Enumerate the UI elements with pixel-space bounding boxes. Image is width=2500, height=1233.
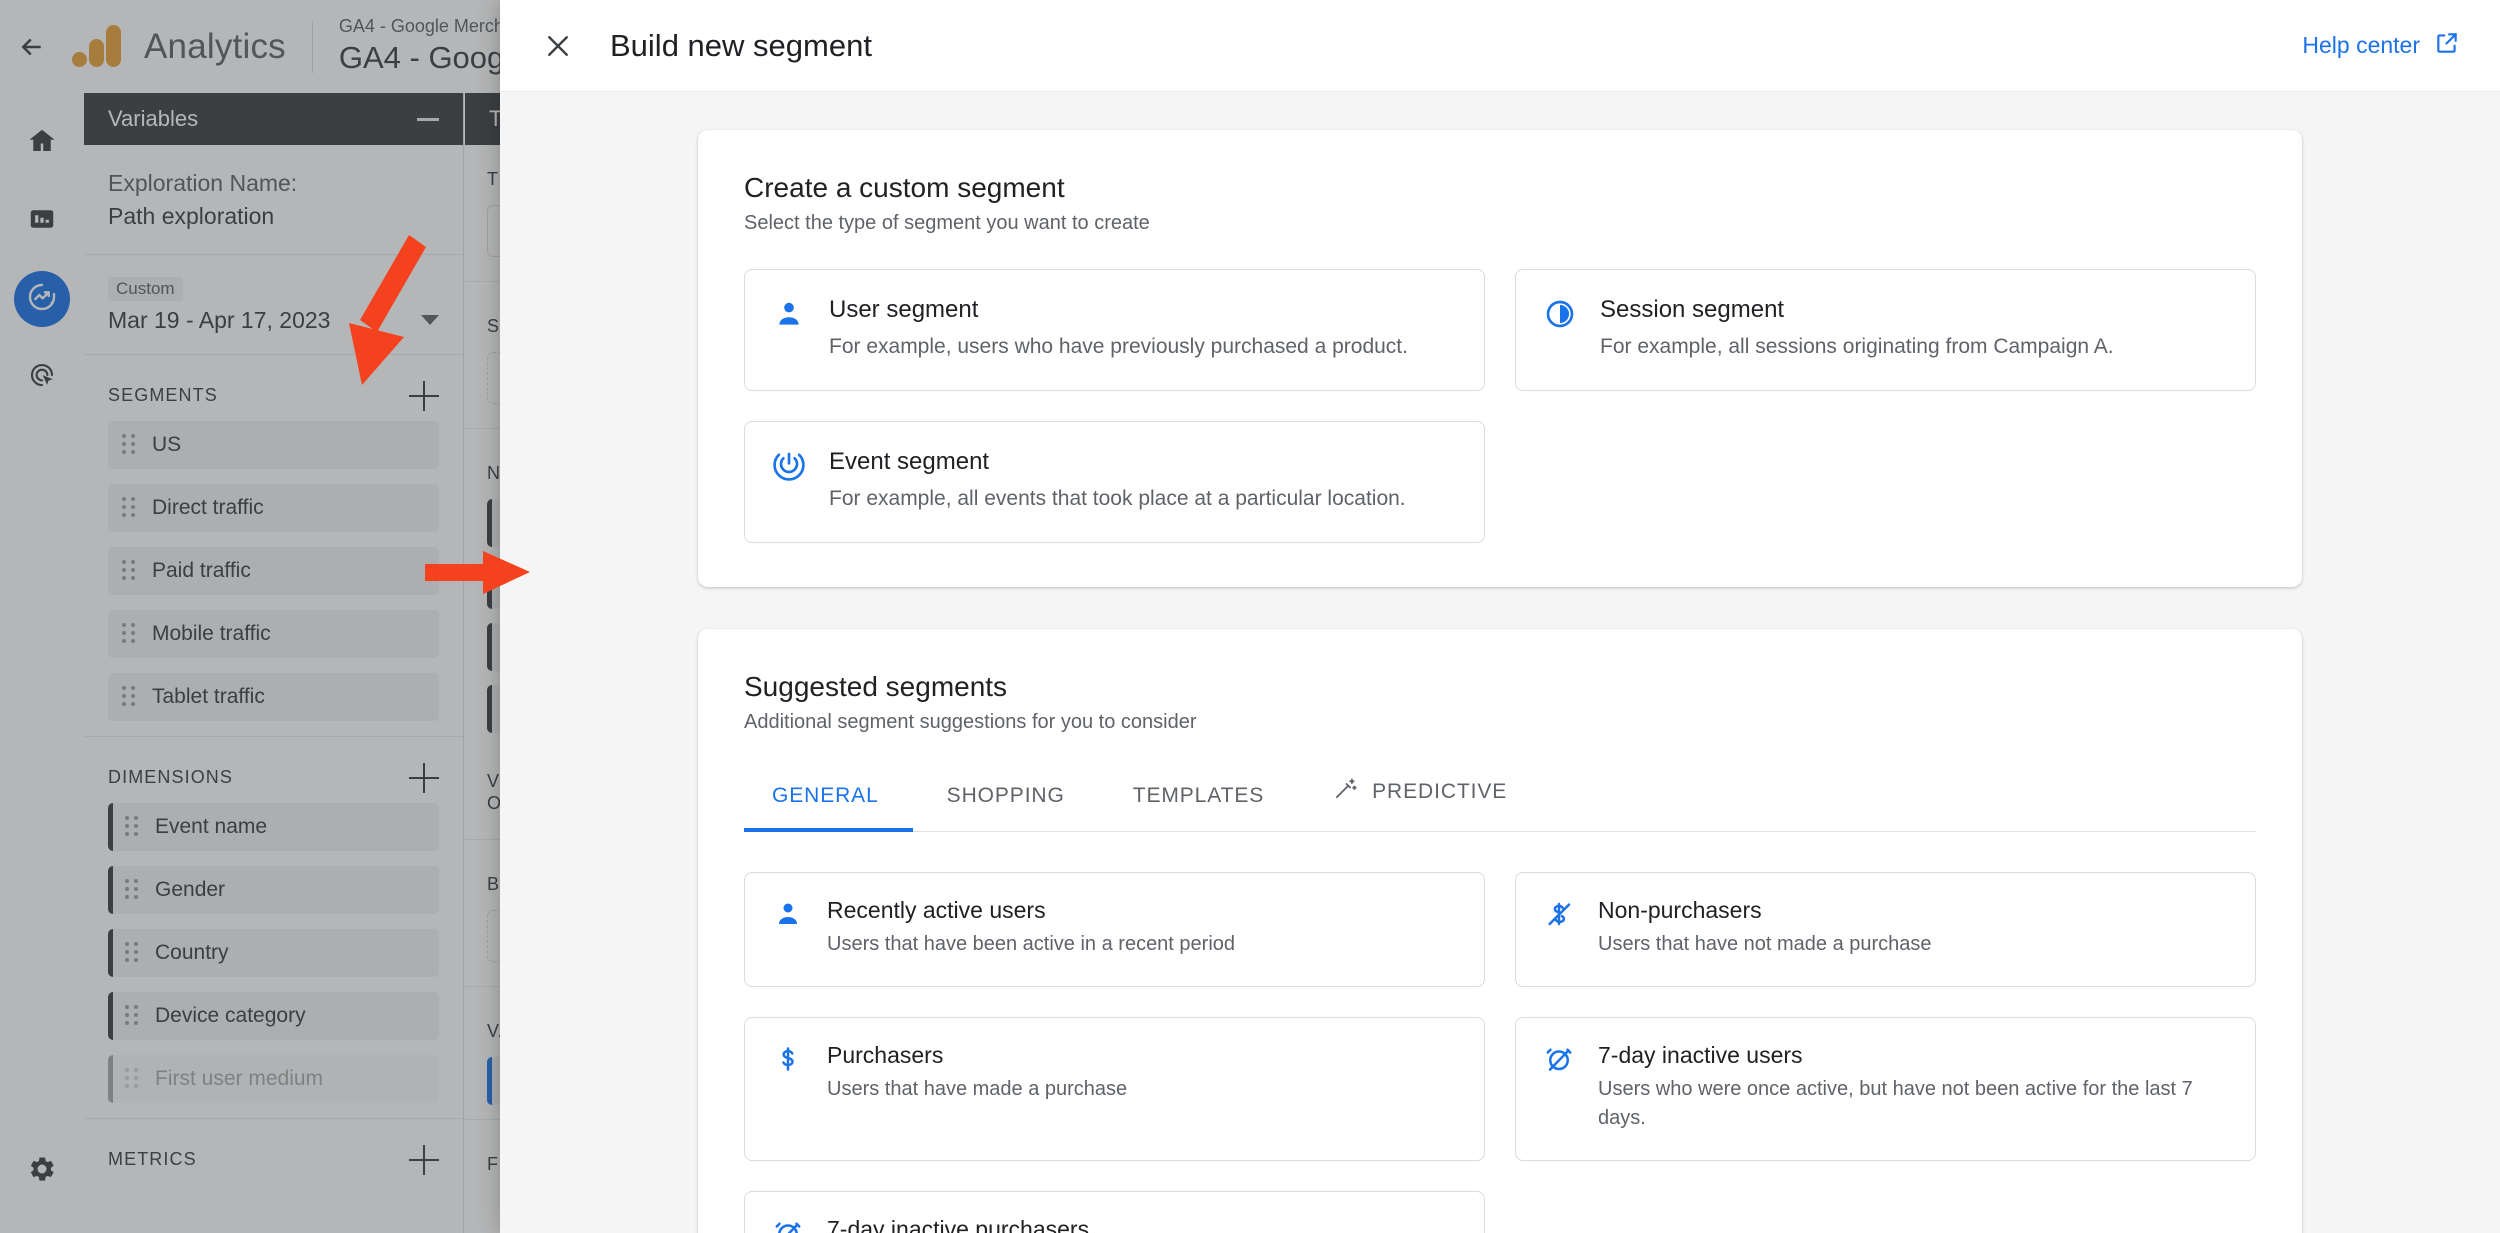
suggested-segments-grid: Recently active users Users that have be… [744,872,2256,1233]
tab-label: PREDICTIVE [1372,780,1508,804]
suggested-segments-card: Suggested segments Additional segment su… [698,629,2302,1233]
suggested-segment-name: Purchasers [827,1041,944,1068]
dialog-header: Build new segment Help center [500,0,2500,92]
event-segment-option[interactable]: Event segment For example, all events th… [744,421,1485,544]
tab-label: SHOPPING [946,784,1065,808]
option-name: Event segment [829,448,990,476]
event-target-icon [773,448,807,514]
suggested-segment-description: Users who were once active, but have not… [1598,1077,2193,1130]
suggested-segment-non-purchasers[interactable]: Non-purchasers Users that have not made … [1515,872,2256,987]
suggested-segments-subtitle: Additional segment suggestions for you t… [744,711,1197,734]
suggested-segments-title: Suggested segments [744,671,1008,703]
tab-templates[interactable]: TEMPLATES [1099,776,1298,832]
dialog-title: Build new segment [610,27,872,63]
no-alarm-icon [773,1216,805,1233]
no-dollar-icon [1544,897,1576,960]
tab-label: GENERAL [772,784,879,808]
suggested-segment-description: Users that have made a purchase [827,1077,1128,1100]
magic-wand-icon [1332,776,1358,808]
no-alarm-icon [1544,1042,1576,1134]
help-center-label: Help center [2302,32,2420,58]
option-name: Session segment [1600,296,1785,323]
suggested-segments-tabs: GENERAL SHOPPING TEMPLATES PREDICTIVE [744,768,2256,833]
tab-label: TEMPLATES [1132,784,1265,808]
suggested-segment-name: Non-purchasers [1598,897,1762,924]
create-custom-segment-card: Create a custom segment Select the type … [698,130,2302,588]
dialog-body[interactable]: Create a custom segment Select the type … [500,92,2500,1233]
tab-predictive[interactable]: PREDICTIVE [1298,768,1541,832]
person-icon [773,897,805,960]
suggested-segment-description: Users that have not made a purchase [1598,933,1932,956]
user-segment-option[interactable]: User segment For example, users who have… [744,269,1485,392]
dollar-icon [773,1042,805,1134]
close-icon[interactable] [536,24,580,68]
segment-type-options: User segment For example, users who have… [744,269,2256,544]
suggested-segment-purchasers[interactable]: Purchasers Users that have made a purcha… [744,1016,1485,1161]
suggested-segment-recently-active-users[interactable]: Recently active users Users that have be… [744,872,1485,987]
custom-segment-title: Create a custom segment [744,172,1065,203]
option-description: For example, all sessions originating fr… [1600,335,2114,358]
suggested-segment-7-day-inactive-purchasers[interactable]: 7-day inactive purchasers Purchasers who… [744,1190,1485,1233]
suggested-segment-description: Users that have been active in a recent … [827,933,1236,956]
tab-general[interactable]: GENERAL [744,776,913,833]
open-in-new-icon [2434,30,2460,62]
help-center-link[interactable]: Help center [2302,30,2460,62]
session-segment-option[interactable]: Session segment For example, all session… [1515,269,2256,392]
person-icon [773,296,807,362]
option-description: For example, all events that took place … [829,487,1406,511]
option-description: For example, users who have previously p… [829,335,1408,358]
suggested-segment-name: 7-day inactive purchasers [827,1215,1090,1233]
suggested-segment-7-day-inactive-users[interactable]: 7-day inactive users Users who were once… [1515,1016,2256,1161]
build-new-segment-dialog: Build new segment Help center Create a c… [500,0,2500,1233]
custom-segment-subtitle: Select the type of segment you want to c… [744,212,1150,234]
suggested-segment-name: 7-day inactive users [1598,1041,1803,1068]
option-name: User segment [829,296,979,323]
tab-shopping[interactable]: SHOPPING [913,776,1099,832]
screen: Analytics GA4 - Google Merch S GA4 - Goo… [0,0,2500,1233]
session-clock-icon [1544,296,1578,362]
suggested-segment-name: Recently active users [827,897,1046,924]
